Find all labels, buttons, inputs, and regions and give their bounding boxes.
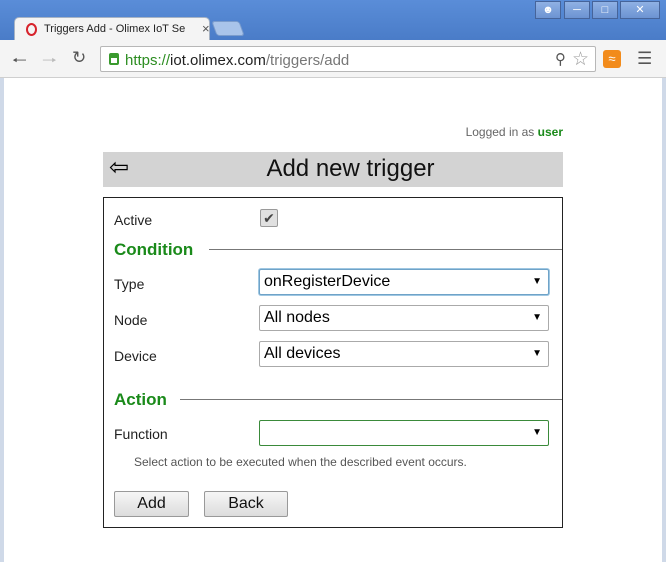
function-hint: Select action to be executed when the de… [134,455,467,469]
chevron-down-icon: ▼ [532,348,542,359]
node-select[interactable]: All nodes ▼ [259,305,549,331]
menu-icon[interactable]: ☰ [637,49,652,69]
condition-divider [209,249,562,250]
active-label: Active [114,212,153,228]
url-scheme: https:// [125,52,171,69]
maximize-button[interactable]: □ [592,1,618,19]
trigger-form: Active ✔ Condition Type onRegisterDevice… [103,197,563,528]
forward-nav-icon[interactable]: 🠒 [42,48,57,77]
reload-icon[interactable]: ↻ [72,48,86,68]
action-divider [180,399,562,400]
lock-icon [109,53,119,65]
star-icon[interactable]: ☆ [572,48,589,71]
url-text: https://iot.olimex.com/triggers/add [125,52,349,69]
tab-close-icon[interactable]: × [202,21,210,36]
condition-heading: Condition [114,240,194,259]
rss-icon[interactable]: ≈ [603,50,621,68]
chevron-down-icon: ▼ [532,276,542,287]
type-select[interactable]: onRegisterDevice ▼ [259,269,549,295]
profile-icon[interactable]: ☻ [535,1,561,19]
browser-toolbar: 🠐 🠒 ↻ https://iot.olimex.com/triggers/ad… [0,40,666,78]
add-button[interactable]: Add [114,491,189,517]
logged-in-label: Logged in as [465,125,535,139]
device-select[interactable]: All devices ▼ [259,341,549,367]
back-button[interactable]: Back [204,491,288,517]
window-frame-left [0,78,4,562]
node-label: Node [114,312,148,328]
opera-favicon-icon [26,23,37,36]
back-arrow-icon[interactable]: ⇦ [109,153,129,182]
active-checkbox[interactable]: ✔ [260,209,278,227]
address-bar[interactable]: https://iot.olimex.com/triggers/add ⚲ ☆ [100,46,596,72]
page-title: Add new trigger [266,155,435,182]
key-icon[interactable]: ⚲ [555,50,566,68]
username-link[interactable]: user [538,125,563,139]
window-titlebar: Triggers Add - Olimex IoT Se × ☻ ─ □ ✕ [0,0,666,40]
tab-title: Triggers Add - Olimex IoT Se [44,23,186,35]
back-nav-icon[interactable]: 🠐 [12,48,27,77]
window-frame-right [662,78,666,562]
url-path: /triggers/add [265,52,350,69]
function-select[interactable]: ▼ [259,420,549,446]
device-label: Device [114,348,157,364]
type-select-value: onRegisterDevice [264,273,391,290]
url-host: iot.olimex.com [170,52,266,69]
device-select-value: All devices [264,345,341,362]
action-heading: Action [114,390,167,409]
function-label: Function [114,426,168,442]
page-header: Add new trigger ⇦ [103,152,563,187]
minimize-button[interactable]: ─ [564,1,590,19]
close-window-button[interactable]: ✕ [620,1,660,19]
chevron-down-icon: ▼ [532,427,542,438]
type-label: Type [114,276,145,292]
chevron-down-icon: ▼ [532,312,542,323]
login-status: Logged in as user [466,125,563,139]
browser-tab[interactable]: Triggers Add - Olimex IoT Se × [14,17,210,40]
new-tab-button[interactable] [211,21,245,36]
node-select-value: All nodes [264,309,330,326]
